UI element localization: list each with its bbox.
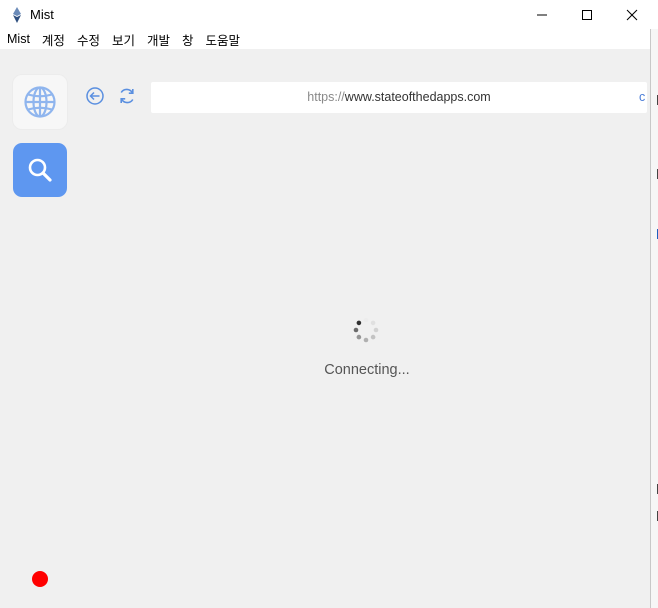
minimize-button[interactable] (519, 0, 565, 29)
mist-app-icon (13, 7, 21, 23)
url-bar[interactable]: https://www.stateofthedapps.com c (151, 82, 647, 113)
menu-bar: Mist 계정 수정 보기 개발 창 도움말 (0, 29, 654, 49)
sidebar-item-search[interactable] (13, 143, 67, 197)
window-title: Mist (30, 7, 54, 22)
menu-view[interactable]: 보기 (109, 30, 138, 49)
close-button[interactable] (609, 0, 655, 29)
sidebar-item-browser[interactable] (13, 75, 67, 129)
url-host: www.stateofthedapps.com (344, 90, 491, 104)
search-icon (28, 158, 52, 182)
loading-spinner-icon (353, 317, 379, 343)
menu-edit[interactable]: 수정 (74, 30, 103, 49)
close-icon (626, 9, 638, 20)
url-protocol: https:// (307, 90, 345, 104)
network-status-indicator[interactable] (32, 571, 48, 587)
menu-help[interactable]: 도움말 (203, 30, 244, 49)
minimize-icon (537, 14, 547, 15)
globe-icon (24, 86, 56, 118)
back-arrow-icon (86, 87, 104, 105)
reload-button[interactable] (117, 86, 137, 106)
back-button[interactable] (85, 86, 105, 106)
menu-window[interactable]: 창 (179, 30, 197, 49)
reload-icon (120, 88, 134, 104)
maximize-button[interactable] (564, 0, 610, 29)
url-overflow-text: c (639, 90, 646, 104)
menu-develop[interactable]: 개발 (144, 30, 173, 49)
menu-mist[interactable]: Mist (4, 32, 33, 46)
url-text: https://www.stateofthedapps.com (151, 90, 647, 104)
title-bar: Mist (0, 0, 658, 29)
menu-account[interactable]: 계정 (39, 30, 68, 49)
connecting-status: Connecting... (324, 362, 410, 378)
maximize-icon (582, 9, 592, 20)
window-edge (650, 29, 658, 608)
main-content (0, 49, 650, 608)
